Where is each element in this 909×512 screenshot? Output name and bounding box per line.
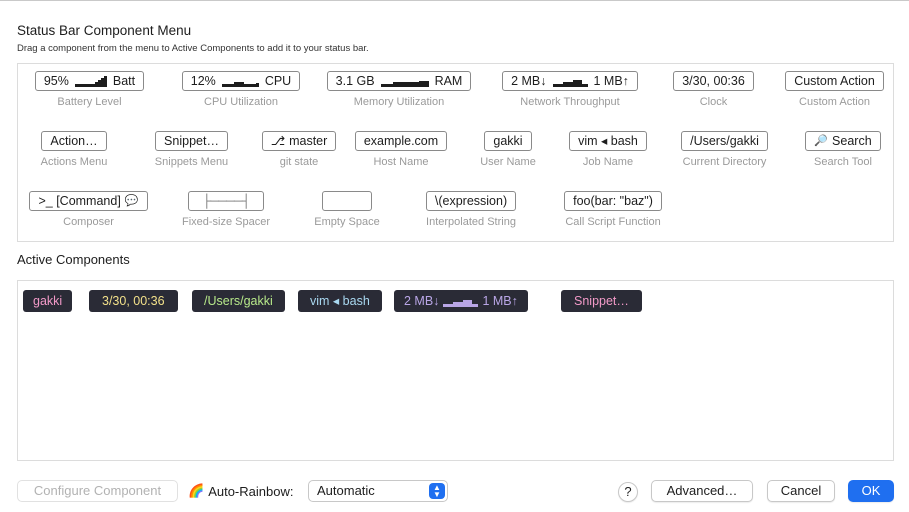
git-branch-icon: ⎇ [270, 134, 286, 148]
network-sparkline [443, 296, 479, 307]
component-network[interactable]: 2 MB↓ 1 MB↑ Network Throughput [491, 71, 649, 108]
component-label: Network Throughput [520, 96, 620, 108]
component-label: Fixed-size Spacer [181, 216, 271, 228]
ok-button[interactable]: OK [848, 480, 894, 502]
composer-chip[interactable]: >_ [Command] 💬 [29, 191, 148, 211]
page-subtitle: Drag a component from the menu to Active… [17, 43, 369, 54]
component-custom-action[interactable]: Custom Action Custom Action [780, 71, 889, 108]
component-snippets-menu[interactable]: Snippet… Snippets Menu [151, 131, 232, 168]
cancel-button[interactable]: Cancel [767, 480, 835, 502]
component-label: Interpolated String [426, 216, 516, 228]
empty-space-chip[interactable] [322, 191, 372, 211]
component-label: Empty Space [314, 216, 380, 228]
advanced-button[interactable]: Advanced… [651, 480, 753, 502]
component-label: Battery Level [57, 96, 122, 108]
actions-menu-chip[interactable]: Action… [41, 131, 107, 151]
current-directory-chip[interactable]: /Users/gakki [681, 131, 768, 151]
component-label: User Name [480, 156, 536, 168]
custom-action-chip[interactable]: Custom Action [785, 71, 884, 91]
active-chip-job-name[interactable]: vim ◂ bash [298, 290, 382, 312]
component-label: Current Directory [682, 156, 767, 168]
active-components-title: Active Components [17, 252, 130, 267]
component-label: Snippets Menu [154, 156, 229, 168]
search-icon: 🔎 [814, 135, 829, 147]
cpu-chip[interactable]: 12% CPU [181, 71, 301, 91]
component-label: Clock [699, 96, 728, 108]
component-label: Host Name [373, 156, 429, 168]
component-current-directory[interactable]: /Users/gakki Current Directory [677, 131, 772, 168]
active-chip-clock[interactable]: 3/30, 00:36 [89, 290, 178, 312]
active-chip-network[interactable]: 2 MB↓ 1 MB↑ [394, 290, 528, 312]
component-battery[interactable]: 95% Batt Battery Level [23, 71, 156, 108]
component-memory[interactable]: 3.1 GB RAM Memory Utilization [326, 71, 472, 108]
component-git-state[interactable]: ⎇ master git state [258, 131, 340, 168]
call-script-chip[interactable]: foo(bar: "baz") [564, 191, 662, 211]
memory-sparkline [380, 76, 429, 87]
rainbow-icon: 🌈 [188, 483, 205, 498]
auto-rainbow-label-group: 🌈 Auto-Rainbow: [188, 483, 294, 499]
user-name-chip[interactable]: gakki [484, 131, 532, 151]
git-state-chip[interactable]: ⎇ master [261, 131, 337, 151]
component-actions-menu[interactable]: Action… Actions Menu [36, 131, 112, 168]
component-label: Call Script Function [565, 216, 661, 228]
clock-chip[interactable]: 3/30, 00:36 [673, 71, 754, 91]
memory-chip[interactable]: 3.1 GB RAM [326, 71, 472, 91]
network-chip[interactable]: 2 MB↓ 1 MB↑ [502, 71, 638, 91]
network-sparkline [552, 76, 588, 87]
fixed-spacer-chip[interactable]: ├────┤ [188, 191, 264, 211]
component-search-tool[interactable]: 🔎 Search Search Tool [800, 131, 886, 168]
help-button[interactable]: ? [618, 482, 638, 502]
component-palette: 95% Batt Battery Level 12% CPU CPU Utili… [17, 63, 894, 242]
page-title: Status Bar Component Menu [17, 23, 192, 38]
select-stepper-icon: ▲ ▼ [429, 483, 445, 499]
active-chip-snippets[interactable]: Snippet… [561, 290, 642, 312]
component-call-script[interactable]: foo(bar: "baz") Call Script Function [558, 191, 668, 228]
component-label: git state [279, 156, 319, 168]
component-label: CPU Utilization [204, 96, 278, 108]
host-name-chip[interactable]: example.com [354, 131, 448, 151]
component-clock[interactable]: 3/30, 00:36 Clock [667, 71, 760, 108]
battery-sparkline [74, 75, 107, 87]
active-chip-current-directory[interactable]: /Users/gakki [192, 290, 285, 312]
interpolated-string-chip[interactable]: \(expression) [425, 191, 517, 211]
component-fixed-spacer[interactable]: ├────┤ Fixed-size Spacer [175, 191, 277, 228]
snippets-menu-chip[interactable]: Snippet… [155, 131, 228, 151]
component-label: Custom Action [799, 96, 870, 108]
status-bar-config-sheet: Status Bar Component Menu Drag a compone… [0, 0, 909, 512]
active-components-area[interactable]: gakki 3/30, 00:36 /Users/gakki vim ◂ bas… [17, 280, 894, 461]
component-label: Search Tool [814, 156, 872, 168]
component-cpu[interactable]: 12% CPU CPU Utilization [175, 71, 307, 108]
component-label: Actions Menu [40, 156, 108, 168]
component-job-name[interactable]: vim ◂ bash Job Name [565, 131, 651, 168]
component-user-name[interactable]: gakki User Name [479, 131, 537, 168]
cpu-sparkline [221, 76, 259, 87]
auto-rainbow-select[interactable]: Automatic ▲ ▼ [308, 480, 448, 502]
component-label: Job Name [582, 156, 634, 168]
component-label: Composer [63, 216, 114, 228]
search-tool-chip[interactable]: 🔎 Search [805, 131, 881, 151]
component-composer[interactable]: >_ [Command] 💬 Composer [23, 191, 154, 228]
component-label: Memory Utilization [353, 96, 445, 108]
job-name-chip[interactable]: vim ◂ bash [569, 131, 647, 151]
component-interpolated-string[interactable]: \(expression) Interpolated String [418, 191, 524, 228]
battery-chip[interactable]: 95% Batt [34, 71, 145, 91]
speech-bubble-icon: 💬 [124, 195, 139, 207]
configure-component-button[interactable]: Configure Component [17, 480, 178, 502]
active-chip-user-name[interactable]: gakki [23, 290, 73, 312]
component-empty-space[interactable]: Empty Space [307, 191, 387, 228]
component-host-name[interactable]: example.com Host Name [351, 131, 451, 168]
